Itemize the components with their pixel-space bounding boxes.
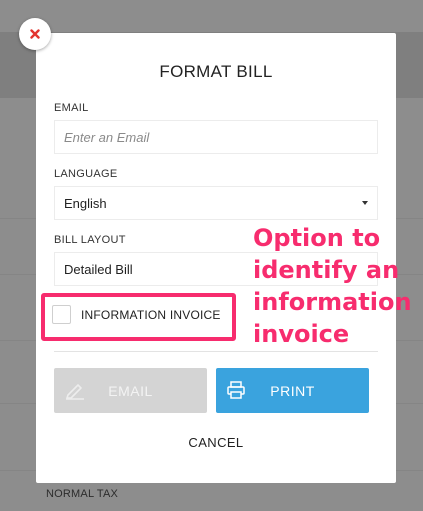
language-select[interactable]: English [54,186,378,220]
language-value: English [64,195,107,211]
email-button[interactable]: EMAIL [54,368,207,413]
annotation-callout: Option to identify an information invoic… [253,224,412,348]
print-button-label: PRINT [270,382,315,399]
cancel-button[interactable]: CANCEL [36,435,396,450]
email-label: EMAIL [54,102,89,114]
print-button[interactable]: PRINT [216,368,369,413]
close-icon [30,29,40,39]
pen-icon [66,384,84,400]
modal-divider [54,351,378,352]
modal-title: FORMAT BILL [159,62,273,81]
chevron-down-icon [362,201,368,205]
bill-layout-value: Detailed Bill [64,261,133,277]
email-field[interactable]: Enter an Email [54,120,378,154]
background-tax-label: NORMAL TAX [46,488,119,500]
email-button-label: EMAIL [108,382,153,399]
bill-layout-label: BILL LAYOUT [54,234,126,246]
annotation-highlight-box [41,293,236,341]
language-label: LANGUAGE [54,168,118,180]
close-button[interactable] [19,18,51,50]
printer-icon [227,381,245,399]
